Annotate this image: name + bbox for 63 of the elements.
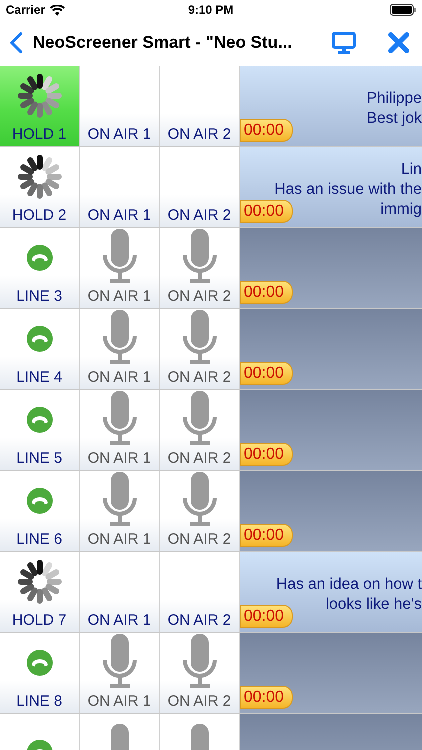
caller-text: Has an idea on how t — [276, 575, 422, 595]
clock-time: 9:10 PM — [188, 3, 234, 17]
on-air-button[interactable]: ON AIR 1 — [80, 147, 160, 227]
phone-icon — [26, 650, 52, 676]
caller-panel[interactable]: 00:00 — [240, 390, 422, 470]
on-air-button[interactable]: ON AIR 2 — [160, 471, 240, 551]
on-air-button[interactable]: ON AIR 2 — [160, 633, 240, 713]
phone-icon — [26, 407, 52, 433]
caller-panel[interactable]: Lin Has an issue with the 00:00 immig — [240, 147, 422, 227]
timer-badge: 00:00 — [240, 443, 294, 466]
phone-icon — [26, 488, 52, 514]
spinner-icon — [16, 559, 62, 605]
on-air-button[interactable]: ON AIR 1 — [80, 390, 160, 470]
caller-panel[interactable]: 00:00 — [240, 228, 422, 308]
phone-icon — [26, 326, 52, 352]
on-air-button[interactable]: ON AIR 2 — [160, 228, 240, 308]
caller-panel[interactable]: 00:00 — [240, 471, 422, 551]
line-button[interactable]: LINE 8 — [0, 633, 80, 713]
on-air-button[interactable]: ON AIR 1 — [80, 66, 160, 146]
on-air-button[interactable]: ON AIR 1 — [80, 228, 160, 308]
line-button[interactable]: LINE 3 — [0, 228, 80, 308]
line-button[interactable]: HOLD 7 — [0, 552, 80, 632]
line-button[interactable]: HOLD 2 — [0, 147, 80, 227]
caller-text: Lin — [401, 160, 422, 180]
on-air-button[interactable]: ON AIR 1 — [80, 552, 160, 632]
display-button[interactable] — [332, 32, 356, 54]
caller-panel[interactable]: 00:00 — [240, 633, 422, 713]
window-title: NeoScreener Smart - "Neo Stu... — [33, 33, 294, 53]
wifi-icon — [50, 4, 66, 16]
caller-panel[interactable]: Has an idea on how t looks like he's 00:00 — [240, 552, 422, 632]
back-button[interactable] — [10, 32, 23, 54]
spinner-icon — [16, 73, 62, 119]
spinner-icon — [16, 154, 62, 200]
line-button[interactable]: LINE 6 — [0, 471, 80, 551]
caller-text: Has an issue with the — [274, 180, 422, 200]
timer-badge: 00:00 — [240, 524, 294, 547]
on-air-button[interactable]: ON AIR 1 — [80, 309, 160, 389]
on-air-button[interactable]: ON AIR 2 — [160, 552, 240, 632]
carrier-label: Carrier — [6, 3, 46, 17]
line-button[interactable]: HOLD 1 — [0, 66, 80, 146]
line-button[interactable]: LINE 5 — [0, 390, 80, 470]
caller-text: immig — [380, 200, 422, 220]
on-air-button[interactable]: ON AIR 2 — [160, 309, 240, 389]
caller-panel[interactable]: Philippe Best jok 00:00 — [240, 66, 422, 146]
battery-icon — [390, 4, 416, 16]
on-air-button[interactable]: ON AIR 2 — [160, 390, 240, 470]
caller-panel[interactable]: 00:00 — [240, 309, 422, 389]
timer-badge: 00:00 — [240, 686, 294, 709]
line-button[interactable]: LINE 4 — [0, 309, 80, 389]
caller-text: looks like he's — [326, 595, 422, 615]
phone-icon — [26, 245, 52, 271]
caller-text: Philippe — [366, 89, 422, 109]
close-button[interactable] — [388, 32, 410, 54]
timer-badge: 00:00 — [240, 119, 294, 142]
caller-text: Best jok — [366, 109, 422, 129]
on-air-button[interactable]: ON AIR 2 — [160, 66, 240, 146]
timer-badge: 00:00 — [240, 605, 294, 628]
timer-badge: 00:00 — [240, 200, 294, 223]
on-air-button[interactable]: ON AIR 1 — [80, 633, 160, 713]
timer-badge: 00:00 — [240, 281, 294, 304]
timer-badge: 00:00 — [240, 362, 294, 385]
on-air-button[interactable]: ON AIR 2 — [160, 147, 240, 227]
on-air-button[interactable]: ON AIR 1 — [80, 471, 160, 551]
